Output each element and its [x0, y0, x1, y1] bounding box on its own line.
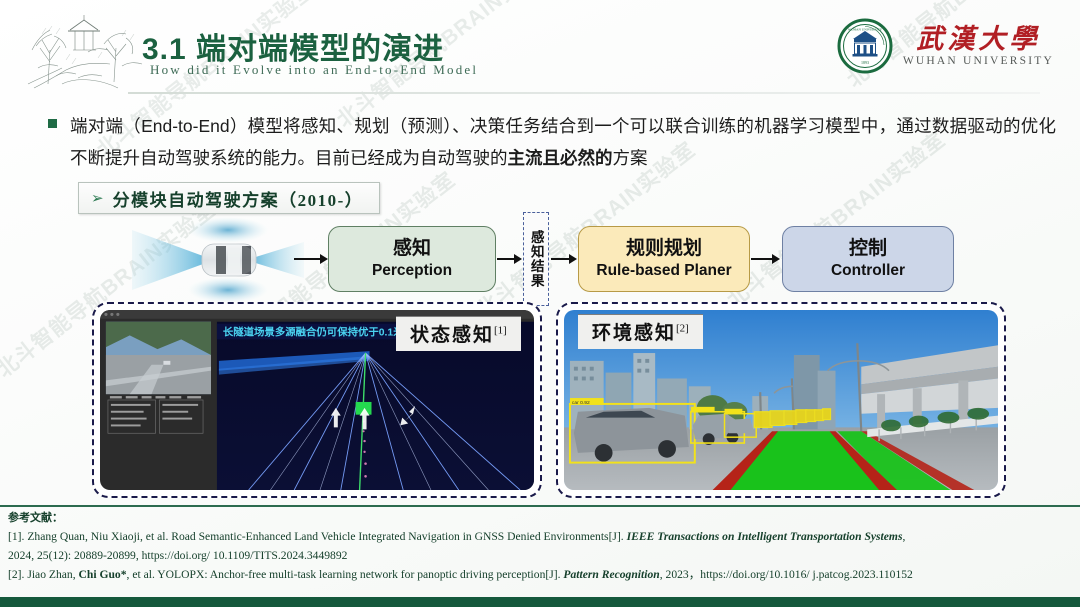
flow-box-perception-cn: 感知	[392, 237, 431, 259]
references-heading: 参考文献：	[8, 512, 63, 524]
reference-item-1: [1]. Zhang Quan, Niu Xiaoji, et al. Road…	[8, 527, 1072, 546]
flow-box-controller-en: Controller	[830, 261, 906, 279]
reference-1-prefix: [1]. Zhang Quan, Niu Xiaoji, et al. Road…	[8, 530, 627, 543]
flow-box-planner-cn: 规则规划	[625, 237, 702, 259]
pipeline-diagram: 感知 Perception 感知结果 规则规划 Rule-based Plane…	[0, 212, 1080, 308]
university-seal-icon: WUHAN UNIVERSITY 1893	[837, 18, 893, 74]
section-heading-chip[interactable]: ➢ 分模块自动驾驶方案（2010-）	[78, 182, 381, 214]
flow-box-controller-cn: 控制	[848, 237, 887, 259]
reference-item-1-line2: 2024, 25(12): 20889-20899, https://doi.o…	[8, 549, 348, 562]
university-name-en: WUHAN UNIVERSITY	[902, 55, 1054, 68]
arrow-right-icon: ➢	[91, 189, 104, 207]
bullet-paragraph: 端对端（End-to-End）模型将感知、规划（预测）、决策任务结合到一个可以联…	[70, 110, 1056, 174]
panel-environment-perception-image: car 0.92 环境感知[2]	[564, 310, 998, 490]
flow-arrow-head-icon	[772, 254, 780, 264]
header-divider	[128, 92, 1040, 94]
references-divider	[0, 505, 1080, 507]
flow-arrow-head-icon	[320, 254, 328, 264]
flow-box-perception-en: Perception	[371, 261, 453, 279]
flow-arrow-line	[551, 258, 570, 260]
section-heading-label: 分模块自动驾驶方案（2010-）	[112, 190, 364, 210]
main-bullet: 端对端（End-to-End）模型将感知、规划（预测）、决策任务结合到一个可以联…	[48, 110, 1056, 174]
reference-2-prefix: [2]. Jiao Zhan,	[8, 568, 79, 581]
panel-right-label: 环境感知[2]	[578, 314, 703, 349]
flow-box-planner-en: Rule-based Planer	[596, 261, 732, 279]
university-logo: WUHAN UNIVERSITY 1893 武漢大學 WUHAN UNIVERS…	[837, 18, 1054, 74]
panel-left-label: 状态感知[1]	[396, 316, 521, 351]
reference-2-middle: , et al. YOLOPX: Anchor-free multi-task …	[126, 568, 564, 581]
bullet-square-icon	[48, 119, 57, 128]
flow-box-controller[interactable]: 控制 Controller	[782, 226, 954, 292]
university-name-cn: 武漢大學	[916, 23, 1041, 54]
sensor-vehicle-illustration	[132, 217, 304, 303]
bullet-text-bold: 主流且必然的	[507, 148, 613, 168]
panel-environment-perception: car 0.92 环境感知[2]	[556, 302, 1006, 498]
panel-left-citation: [1]	[494, 324, 507, 337]
svg-text:1893: 1893	[861, 60, 869, 65]
reference-1-suffix: ,	[902, 530, 906, 543]
panel-left-label-text: 状态感知	[410, 325, 495, 346]
footer-bar	[0, 597, 1080, 607]
reference-2-journal: Pattern Recognition	[563, 568, 660, 581]
flow-box-planner[interactable]: 规则规划 Rule-based Planer	[578, 226, 750, 292]
ink-landscape-illustration	[27, 15, 143, 89]
reference-1-journal: IEEE Transactions on Intelligent Transpo…	[626, 530, 903, 543]
flow-box-perception[interactable]: 感知 Perception	[328, 226, 496, 292]
reference-2-author: Chi Guo*	[78, 568, 127, 581]
references-block: 参考文献： [1]. Zhang Quan, Niu Xiaoji, et al…	[8, 509, 1072, 584]
svg-text:WUHAN UNIVERSITY: WUHAN UNIVERSITY	[848, 27, 883, 31]
flow-arrow-line	[751, 258, 773, 260]
reference-2-suffix: , 2023，https://doi.org/10.1016/ j.patcog…	[659, 568, 913, 581]
flow-arrow-head-icon	[514, 254, 522, 264]
panel-right-citation: [2]	[676, 322, 689, 335]
flow-intermediate-label: 感知结果	[523, 212, 549, 306]
bullet-text-part2: 方案	[612, 148, 648, 168]
flow-intermediate-text: 感知结果	[528, 230, 544, 288]
slide-root: 北斗智能导航BRAIN实验室 北斗智能导航BRAIN实验室 北斗智能导航BRAI…	[0, 0, 1080, 607]
panel-state-perception-image: 长隧道场景多源融合仍可保持优于0.1米车道级 状态感知[1]	[100, 310, 534, 490]
slide-header: 3.1 端对端模型的演进 How did it Evolve into an E…	[0, 0, 1080, 94]
page-subtitle: How did it Evolve into an End-to-End Mod…	[150, 62, 479, 77]
flow-arrow-line	[497, 258, 515, 260]
svg-text:car 0.92: car 0.92	[572, 400, 590, 406]
flow-arrow-head-icon	[569, 254, 577, 264]
panel-state-perception: 长隧道场景多源融合仍可保持优于0.1米车道级 状态感知[1]	[92, 302, 542, 498]
flow-arrow-line	[294, 258, 320, 260]
panel-right-label-text: 环境感知	[592, 323, 677, 344]
reference-item-2: [2]. Jiao Zhan, Chi Guo*, et al. YOLOPX:…	[8, 565, 1072, 584]
